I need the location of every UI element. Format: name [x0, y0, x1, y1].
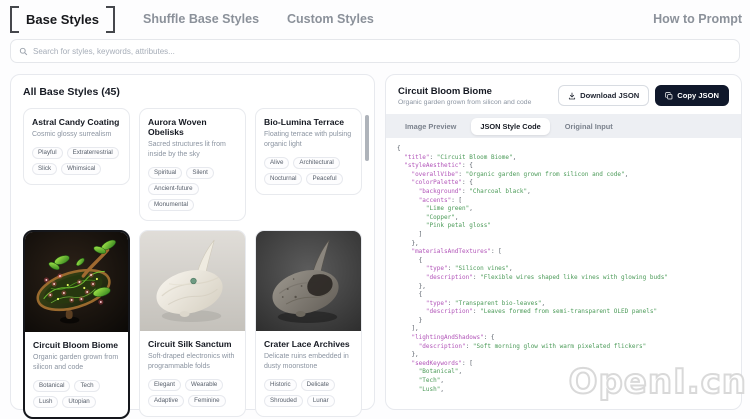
card-title: Bio-Lumina Terrace [264, 117, 345, 127]
left-panel-scrollbar[interactable] [365, 101, 369, 399]
card-description: Organic garden grown from silicon and co… [33, 354, 119, 371]
detail-tabs: Image Preview JSON Style Code Original I… [386, 114, 741, 138]
tag: Tech [74, 379, 100, 392]
card-tags: Botanical Tech Lush Utopian [33, 379, 120, 409]
card-description: Sacred structures lit from inside by the… [148, 141, 226, 158]
style-card-circuit-bloom-biome[interactable]: Circuit Bloom Biome Organic garden grown… [23, 230, 130, 419]
tag: Botanical [33, 379, 71, 392]
card-description: Soft-draped electronics with programmabl… [148, 353, 235, 370]
style-card-astral-candy-coating[interactable]: Astral Candy Coating Cosmic glossy surre… [23, 108, 130, 186]
json-code-viewer: { "title": "Circuit Bloom Biome", "style… [386, 138, 741, 394]
card-tags: Historic Delicate Shrouded Lunar [264, 378, 353, 408]
card-title: Circuit Bloom Biome [33, 340, 118, 351]
style-card-bio-lumina-terrace[interactable]: Bio-Lumina Terrace Floating terrace with… [255, 108, 362, 195]
silk-sanctum-photo [140, 231, 245, 332]
scrollbar-thumb[interactable] [365, 115, 369, 161]
card-tags: Elegant Wearable Adaptive Feminine [148, 378, 237, 408]
copy-json-label: Copy JSON [677, 91, 719, 100]
search-input[interactable] [33, 46, 731, 56]
detail-title: Circuit Bloom Biome [398, 85, 492, 97]
style-card-circuit-silk-sanctum[interactable]: Circuit Silk Sanctum Soft-draped electro… [139, 230, 246, 418]
tab-image-preview[interactable]: Image Preview [396, 118, 465, 135]
tag: Utopian [62, 396, 96, 409]
tag: Playful [32, 146, 63, 159]
card-title: Crater Lace Archives [264, 339, 350, 350]
copy-json-button[interactable]: Copy JSON [655, 85, 729, 106]
detail-header: Circuit Bloom Biome Organic garden grown… [386, 75, 741, 114]
card-tags: Alive Architectural Nocturnal Peaceful [264, 156, 353, 185]
download-json-button[interactable]: Download JSON [558, 85, 650, 106]
circuit-bloom-photo [25, 232, 128, 333]
nav-tab-base-styles[interactable]: Base Styles [10, 5, 115, 33]
nav-link-how-to-prompt[interactable]: How to Prompt [653, 12, 742, 26]
card-title: Circuit Silk Sanctum [148, 339, 232, 350]
style-card-aurora-woven-obelisks[interactable]: Aurora Woven Obelisks Sacred structures … [139, 108, 246, 222]
search-bar[interactable] [10, 39, 740, 63]
tab-original-input[interactable]: Original Input [556, 118, 622, 135]
card-tags: Playful Extraterrestrial Slick Whimsical [32, 146, 121, 176]
download-json-label: Download JSON [580, 91, 640, 100]
card-description: Delicate ruins embedded in dusty moonsto… [264, 353, 349, 370]
tag: Delicate [300, 378, 335, 391]
nav-tab-shuffle-base-styles[interactable]: Shuffle Base Styles [143, 12, 259, 26]
tab-json-style-code[interactable]: JSON Style Code [471, 117, 550, 135]
tag: Shrouded [264, 395, 303, 408]
card-title: Astral Candy Coating [32, 117, 120, 127]
detail-subtitle: Organic garden grown from silicon and co… [398, 98, 532, 106]
nav-tab-custom-styles[interactable]: Custom Styles [287, 12, 374, 26]
styles-list-panel: All Base Styles (45) Astral Candy Coatin… [10, 74, 375, 419]
top-navigation: Base Styles Shuffle Base Styles Custom S… [10, 4, 742, 34]
tag: Alive [264, 156, 290, 169]
tag: Slick [32, 163, 58, 176]
tag: Adaptive [148, 395, 185, 408]
tag: Feminine [188, 395, 226, 408]
search-icon [19, 47, 28, 55]
tag: Silent [186, 166, 214, 179]
library-header: All Base Styles (45) [23, 86, 120, 98]
tag: Wearable [185, 378, 224, 391]
tag: Historic [264, 378, 297, 391]
tag: Architectural [293, 156, 340, 169]
download-icon [569, 92, 576, 99]
tag: Monumental [148, 199, 195, 212]
tag: Nocturnal [264, 172, 303, 185]
tag: Peaceful [306, 172, 343, 185]
tag: Elegant [148, 378, 181, 391]
tag: Whimsical [61, 163, 102, 176]
tag: Lush [33, 396, 59, 409]
style-detail-panel: Circuit Bloom Biome Organic garden grown… [385, 74, 742, 410]
card-tags: Spiritual Silent Ancient-future Monument… [148, 166, 237, 212]
card-description: Cosmic glossy surrealism [32, 131, 112, 138]
card-description: Floating terrace with pulsing organic li… [264, 131, 352, 148]
tag: Spiritual [148, 166, 183, 179]
json-code: { "title": "Circuit Bloom Biome", "style… [397, 145, 668, 393]
style-card-grid: Astral Candy Coating Cosmic glossy surre… [23, 108, 362, 419]
card-title: Aurora Woven Obelisks [148, 117, 207, 137]
copy-icon [665, 91, 673, 99]
crater-lace-photo [256, 231, 361, 332]
style-card-crater-lace-archives[interactable]: Crater Lace Archives Delicate ruins embe… [255, 230, 362, 418]
tag: Extraterrestrial [66, 146, 119, 159]
tag: Lunar [306, 395, 335, 408]
tag: Ancient-future [148, 182, 199, 195]
